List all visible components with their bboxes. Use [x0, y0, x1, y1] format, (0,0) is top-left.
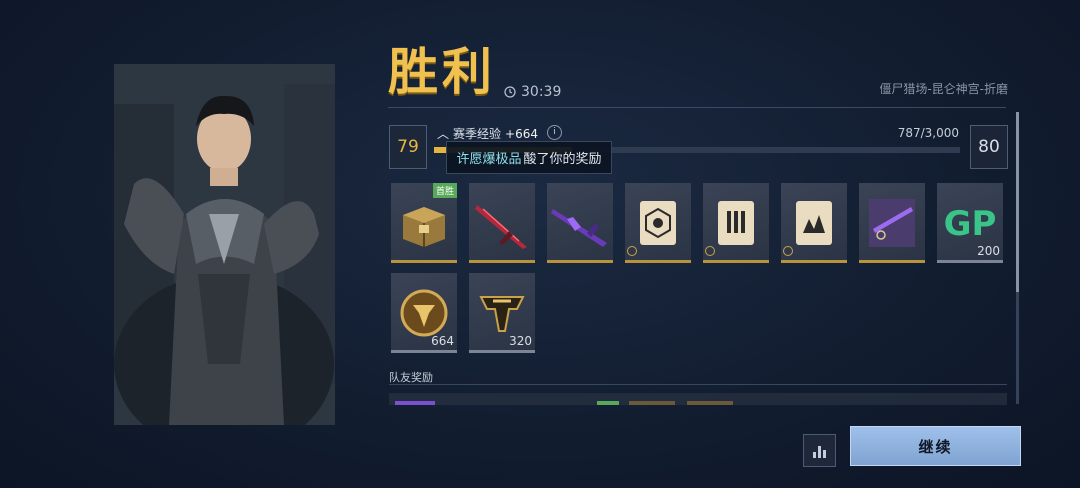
teammate-divider: [389, 384, 1007, 385]
bar-chart-icon: [823, 450, 826, 458]
timer-value: 30:39: [521, 84, 562, 100]
svg-text:GP: GP: [944, 204, 997, 244]
bar-chart-icon: [818, 446, 821, 458]
reward-slot[interactable]: [859, 183, 925, 263]
teammate-rewards-row[interactable]: [389, 393, 1007, 405]
chevron-up-icon: ︿: [437, 127, 450, 141]
reward-slot[interactable]: [547, 183, 613, 263]
teammate-rewards-label: 队友奖励: [389, 371, 433, 384]
reward-slot[interactable]: [469, 183, 535, 263]
wish-tooltip: 许愿爆极品 酸了你的奖励: [446, 141, 612, 174]
match-timer: 30:39: [504, 84, 561, 100]
current-level-badge: 79: [389, 125, 427, 169]
reward-slot[interactable]: 首胜: [391, 183, 457, 263]
victory-title: 胜利: [388, 43, 496, 101]
reward-count: 200: [977, 244, 1000, 258]
reward-slot[interactable]: 664: [391, 273, 457, 353]
reward-slot[interactable]: [703, 183, 769, 263]
weapon-blueprint-icon: [869, 199, 915, 247]
reward-slot[interactable]: [625, 183, 691, 263]
continue-button[interactable]: 继续: [850, 426, 1021, 466]
info-icon[interactable]: i: [547, 125, 562, 140]
season-xp-label: ︿ 赛季经验 +664: [437, 125, 538, 142]
next-level-badge: 80: [970, 125, 1008, 169]
red-blade-icon: [475, 205, 527, 249]
teammate-reward-preview: [395, 401, 435, 405]
bar-chart-icon: [813, 452, 816, 458]
reward-count: 664: [431, 334, 454, 348]
tooltip-text: 酸了你的奖励: [523, 152, 602, 167]
clock-icon: [504, 86, 516, 98]
reward-slot[interactable]: GP 200: [937, 183, 1003, 263]
rewards-scroll-thumb[interactable]: [1016, 112, 1019, 292]
reward-count: 320: [509, 334, 532, 348]
reward-slot[interactable]: [781, 183, 847, 263]
gear-badge-icon: [627, 246, 637, 256]
xp-label-text: 赛季经验: [453, 127, 502, 141]
purple-weapon-icon: [551, 209, 607, 247]
reward-slot[interactable]: 320: [469, 273, 535, 353]
teammate-reward-preview: [597, 401, 619, 405]
teammate-reward-preview: [687, 401, 733, 405]
xp-value: 787/3,000: [897, 126, 959, 140]
stats-button[interactable]: [803, 434, 836, 467]
gear-badge-icon: [783, 246, 793, 256]
header-divider: [388, 107, 1006, 108]
tooltip-highlight: 许愿爆极品: [456, 152, 522, 167]
gear-badge-icon: [705, 246, 715, 256]
character-portrait: [114, 64, 335, 425]
first-win-tag: 首胜: [433, 183, 457, 198]
xp-gain: +664: [505, 126, 538, 141]
teammate-reward-preview: [629, 401, 675, 405]
mode-location: 僵尸猎场-昆仑神宫-折磨: [879, 82, 1008, 96]
